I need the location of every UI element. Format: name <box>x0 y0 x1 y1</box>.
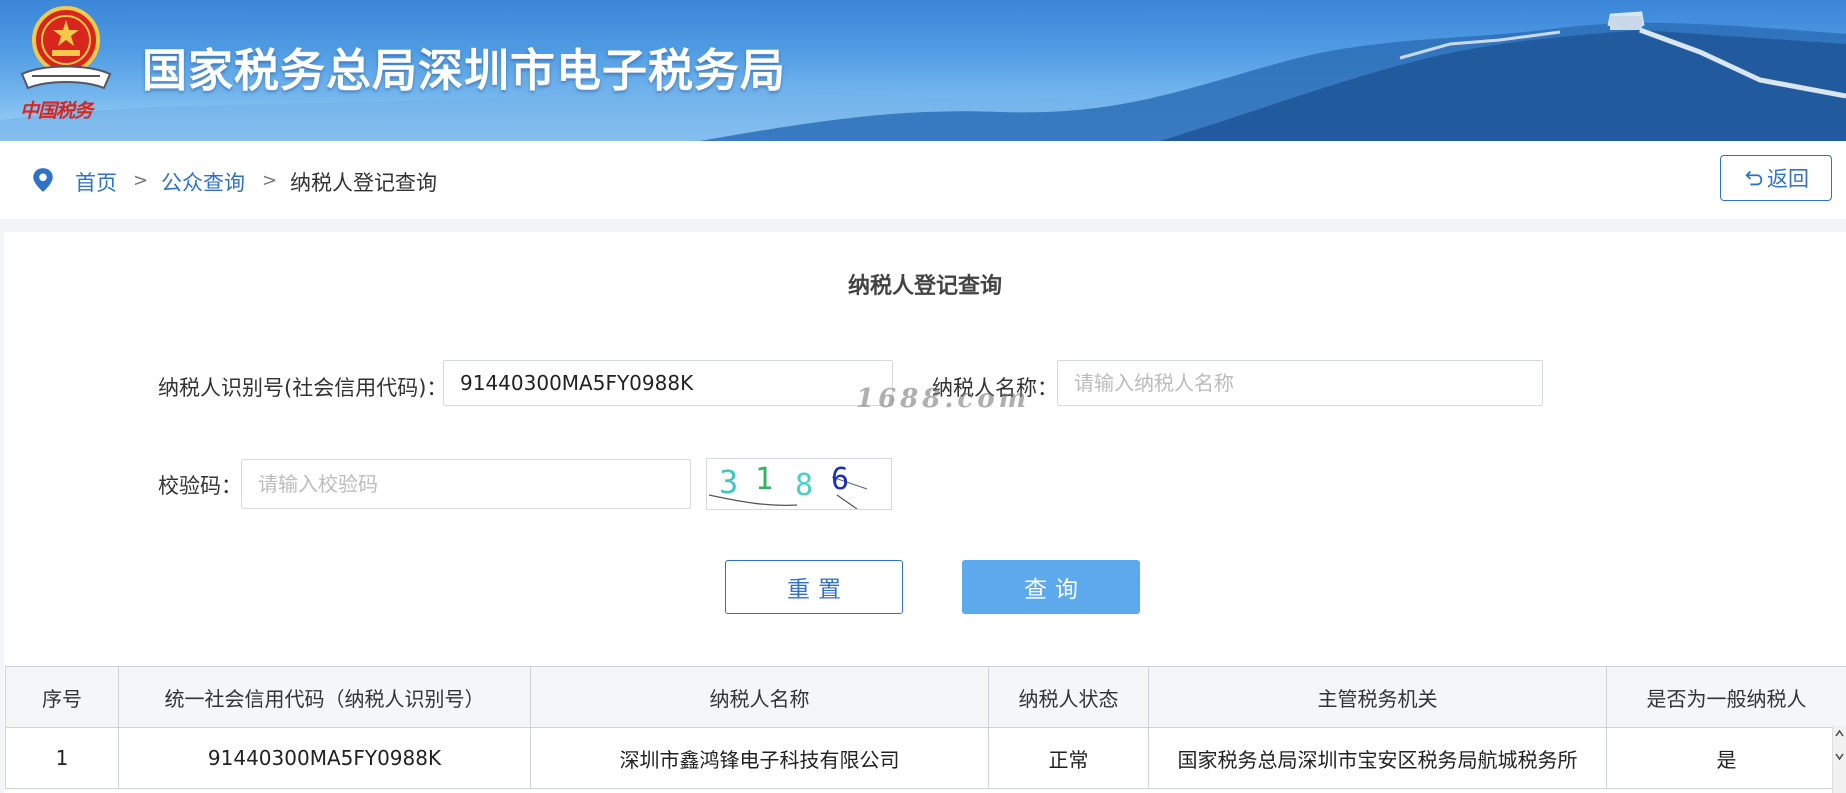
captcha-char: 1 <box>755 462 773 497</box>
emblem-caption: 中国税务 <box>20 100 93 122</box>
column-header: 纳税人名称 <box>530 666 989 728</box>
form-title: 纳税人登记查询 <box>847 274 1002 299</box>
table-row: 1 91440300MA5FY0988K 深圳市鑫鸿锋电子科技有限公司 正常 国… <box>5 727 1846 789</box>
captcha-graphic: 3 1 8 6 <box>708 462 868 510</box>
table-header-row: 序号 统一社会信用代码（纳税人识别号） 纳税人名称 纳税人状态 主管税务机关 是… <box>5 666 1846 728</box>
captcha-char: 3 <box>719 463 738 501</box>
table-scrollbar[interactable] <box>1832 726 1846 793</box>
breadcrumb-separator: > <box>133 170 149 191</box>
table-cell: 正常 <box>988 727 1149 789</box>
taxpayer-id-label: 纳税人识别号(社会信用代码)： <box>158 376 448 400</box>
table-cell: 91440300MA5FY0988K <box>118 727 531 789</box>
site-banner: 中国税务 国家税务总局深圳市电子税务局 <box>0 0 1846 141</box>
table-cell: 国家税务总局深圳市宝安区税务局航城税务所 <box>1148 727 1607 789</box>
breadcrumb-separator: > <box>262 170 278 191</box>
captcha-label: 校验码： <box>158 474 242 498</box>
location-pin-icon <box>33 168 53 192</box>
breadcrumb-current: 纳税人登记查询 <box>290 171 437 195</box>
results-table: 序号 统一社会信用代码（纳税人识别号） 纳税人名称 纳税人状态 主管税务机关 是… <box>5 666 1846 789</box>
column-header: 统一社会信用代码（纳税人识别号） <box>118 666 531 728</box>
breadcrumb-public-query-link[interactable]: 公众查询 <box>161 167 245 197</box>
column-header: 纳税人状态 <box>988 666 1149 728</box>
captcha-image[interactable]: 3 1 8 6 <box>706 458 892 510</box>
breadcrumb-bar: 首页 > 公众查询 > 纳税人登记查询 返回 <box>0 141 1846 219</box>
watermark-text: 1688.com <box>856 384 1031 414</box>
column-header: 序号 <box>5 666 119 728</box>
site-title: 国家税务总局深圳市电子税务局 <box>142 44 787 97</box>
column-header: 主管税务机关 <box>1148 666 1607 728</box>
back-button-label: 返回 <box>1767 167 1809 191</box>
scroll-arrows-icon <box>1835 729 1844 761</box>
taxpayer-name-input[interactable] <box>1057 360 1543 406</box>
column-header: 是否为一般纳税人 <box>1606 666 1846 728</box>
table-cell: 深圳市鑫鸿锋电子科技有限公司 <box>530 727 989 789</box>
back-button[interactable]: 返回 <box>1720 155 1832 201</box>
query-button[interactable]: 查询 <box>962 560 1140 614</box>
table-cell: 1 <box>5 727 119 789</box>
return-arrow-icon <box>1745 170 1763 186</box>
reset-button[interactable]: 重置 <box>725 560 903 614</box>
captcha-char: 8 <box>795 468 813 503</box>
breadcrumb-home-link[interactable]: 首页 <box>75 167 117 197</box>
captcha-input[interactable] <box>241 459 691 509</box>
table-cell: 是 <box>1606 727 1846 789</box>
captcha-char: 6 <box>831 462 849 497</box>
taxpayer-id-input[interactable] <box>443 360 893 406</box>
